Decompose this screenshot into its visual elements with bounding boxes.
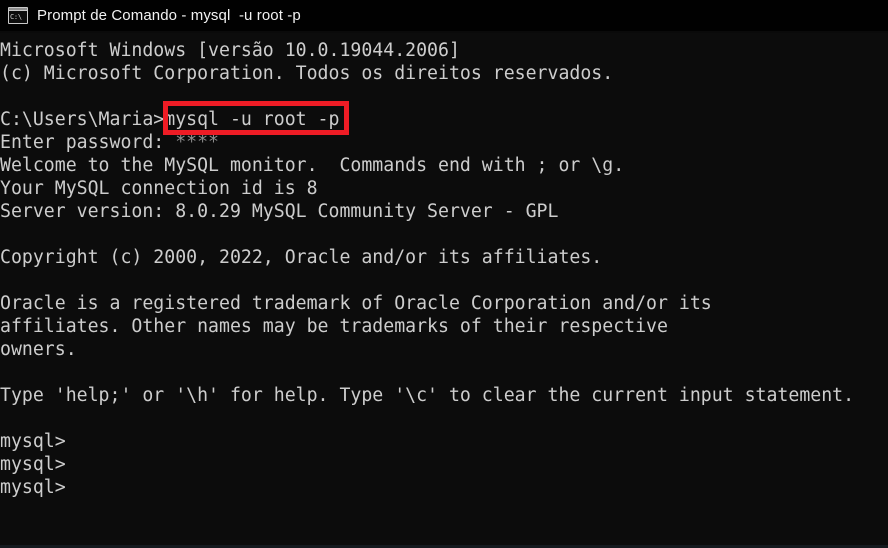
terminal-line: affiliates. Other names may be trademark… [0,316,668,337]
terminal-prompt-mysql[interactable]: mysql> [0,453,888,476]
icon-titlebar-stripe [9,8,27,10]
terminal-prompt-mysql[interactable]: mysql> [0,430,888,453]
terminal-line: Oracle is a registered trademark of Orac… [0,293,712,314]
terminal-line: Type 'help;' or '\h' for help. Type '\c'… [0,385,855,406]
password-prompt-label: Enter password: [0,132,176,153]
icon-screen-glyph: C:\ [9,11,27,23]
terminal-line: Server version: 8.0.29 MySQL Community S… [0,201,559,222]
terminal-output-area[interactable]: Microsoft Windows [versão 10.0.19044.200… [0,33,888,545]
terminal-line-command: C:\Users\Maria>mysql -u root -p [0,109,340,130]
terminal-line: Copyright (c) 2000, 2022, Oracle and/or … [0,247,603,268]
terminal-line: owners. [0,339,77,360]
terminal-line-password-prompt: Enter password: **** [0,131,888,154]
terminal-line: Microsoft Windows [versão 10.0.19044.200… [0,40,460,61]
command-prompt-window[interactable]: C:\ Prompt de Comando - mysql -u root -p… [0,0,888,548]
terminal-line: Welcome to the MySQL monitor. Commands e… [0,155,625,176]
terminal-line: Your MySQL connection id is 8 [0,178,318,199]
window-title: Prompt de Comando - mysql -u root -p [37,7,301,24]
window-titlebar[interactable]: C:\ Prompt de Comando - mysql -u root -p [0,0,888,31]
terminal-line: (c) Microsoft Corporation. Todos os dire… [0,63,614,84]
password-masked-value: **** [175,132,220,153]
console-cmd-icon: C:\ [8,7,28,24]
terminal-prompt-mysql[interactable]: mysql> [0,476,888,499]
